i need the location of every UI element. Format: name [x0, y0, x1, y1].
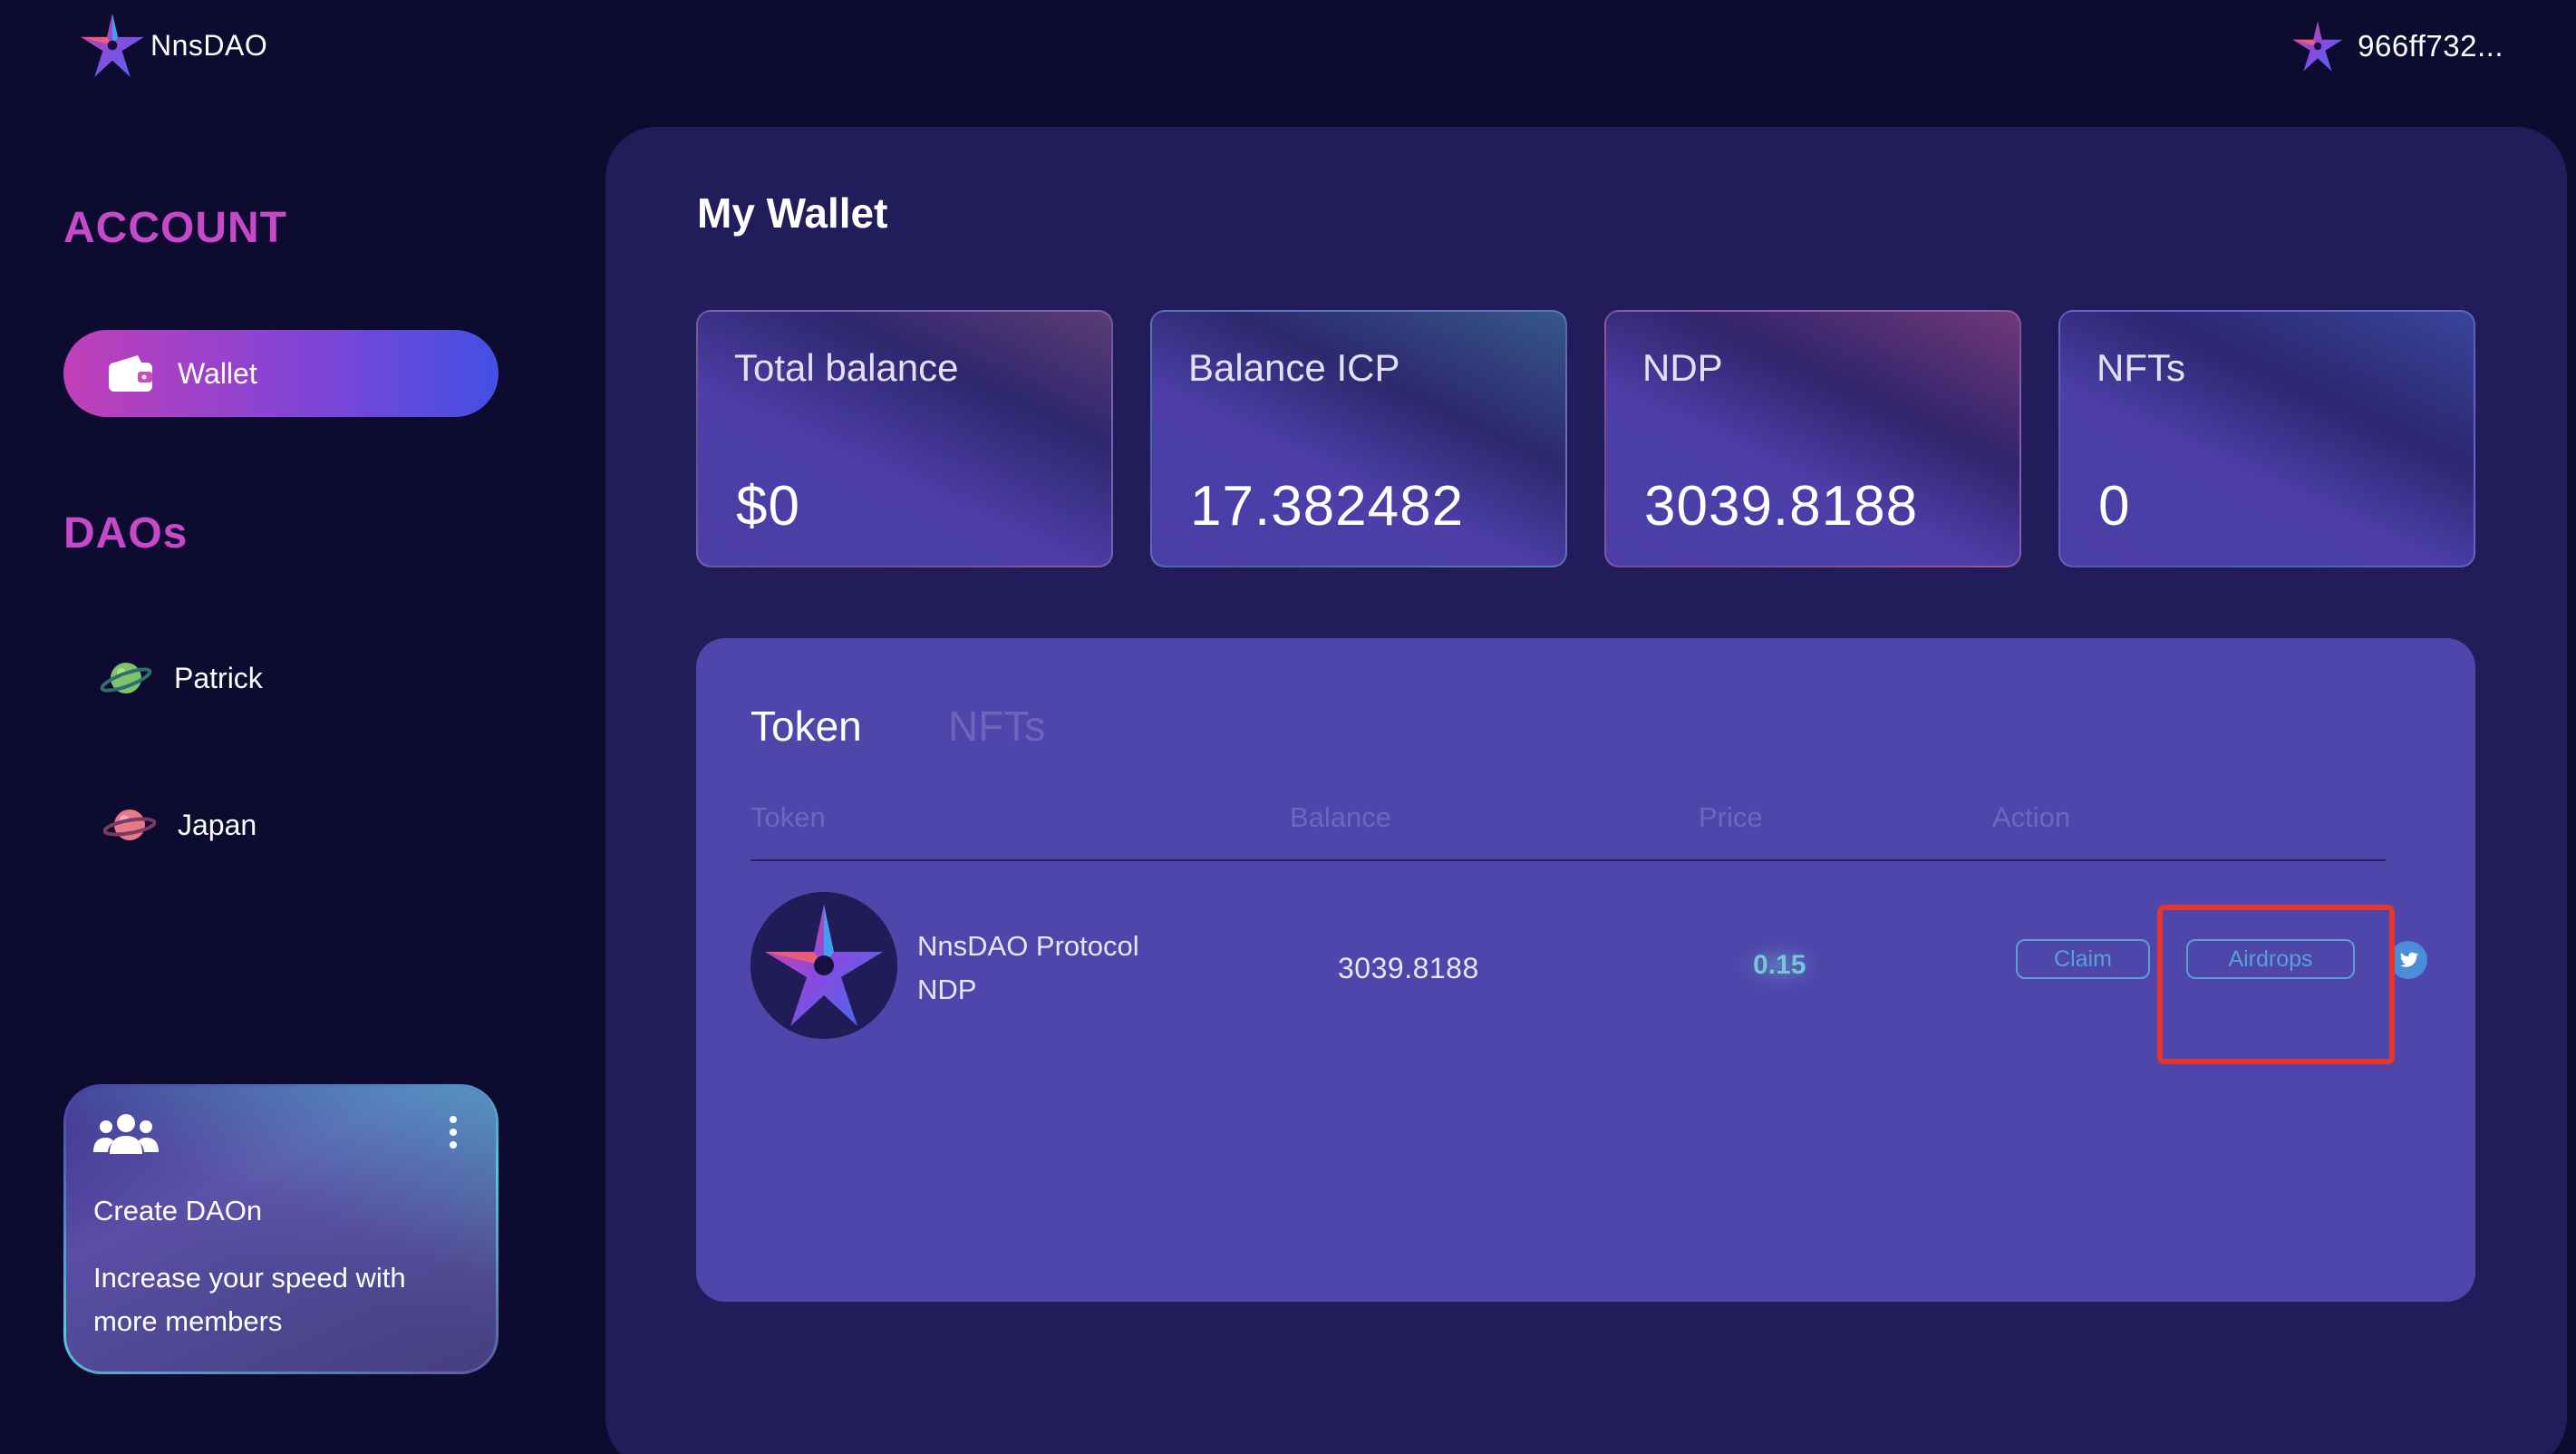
- planet-green-icon: [100, 663, 152, 693]
- stat-value: 17.382482: [1190, 475, 1465, 538]
- table-row: NnsDAO Protocol NDP 3039.8188 0.15 Claim…: [751, 888, 2427, 1064]
- token-logo: [751, 892, 897, 1039]
- create-dao-card[interactable]: Create DAOn Increase your speed with mor…: [63, 1084, 499, 1374]
- create-dao-description: Increase your speed with more members: [93, 1262, 406, 1337]
- dao-item-japan[interactable]: Japan: [103, 801, 257, 848]
- account-id: 966ff732...: [2358, 29, 2503, 63]
- logo-text: NnsDAO: [150, 28, 268, 62]
- stat-card-ndp: NDP 3039.8188: [1604, 310, 2021, 567]
- column-header-action: Action: [1992, 801, 2071, 833]
- ndp-token-icon: [751, 892, 897, 1039]
- main-panel: My Wallet Total balance $0 Balance ICP 1…: [605, 127, 2567, 1454]
- column-header-token: Token: [751, 801, 826, 833]
- stat-value: 0: [2098, 475, 2131, 538]
- dao-label: Japan: [178, 808, 257, 841]
- stat-label: Total balance: [734, 346, 959, 389]
- airdrops-button[interactable]: Airdrops: [2186, 939, 2355, 979]
- stat-card-nfts: NFTs 0: [2058, 310, 2475, 567]
- stat-label: Balance ICP: [1188, 346, 1400, 389]
- more-options-icon[interactable]: [447, 1114, 460, 1150]
- stat-label: NDP: [1642, 346, 1723, 389]
- account-chip[interactable]: 966ff732...: [2290, 18, 2503, 74]
- page-title: My Wallet: [697, 189, 888, 237]
- claim-button[interactable]: Claim: [2016, 939, 2150, 979]
- stat-label: NFTs: [2097, 346, 2185, 389]
- create-dao-title: Create DAOn: [93, 1195, 263, 1226]
- planet-pink-icon: [103, 809, 156, 840]
- dao-label: Patrick: [174, 661, 263, 694]
- star-logo-icon: [81, 14, 144, 77]
- team-icon: [93, 1114, 159, 1154]
- token-panel: Token NFTs Token Balance Price Action Nn…: [696, 638, 2475, 1302]
- token-symbol: NDP: [917, 974, 977, 1005]
- token-balance: 3039.8188: [1338, 952, 1479, 984]
- account-heading: ACCOUNT: [63, 204, 287, 252]
- column-header-price: Price: [1699, 801, 1763, 833]
- dao-item-patrick[interactable]: Patrick: [100, 654, 263, 702]
- airdrops-highlight-box: [2157, 905, 2395, 1064]
- nnsdao-logo[interactable]: NnsDAO: [78, 9, 267, 82]
- daos-heading: DAOs: [63, 509, 189, 557]
- twitter-share-button[interactable]: [2389, 941, 2427, 979]
- wallet-icon: [109, 355, 152, 392]
- token-price: 0.15: [1738, 941, 1821, 990]
- twitter-icon: [2400, 952, 2419, 967]
- stat-card-balance-icp: Balance ICP 17.382482: [1150, 310, 1567, 567]
- token-name: NnsDAO Protocol: [917, 930, 1139, 962]
- stat-card-total-balance: Total balance $0: [696, 310, 1113, 567]
- stat-value: $0: [736, 475, 800, 538]
- tab-token[interactable]: Token: [751, 702, 862, 751]
- table-divider: [751, 859, 2386, 861]
- account-star-icon: [2292, 21, 2343, 72]
- wallet-nav-button[interactable]: Wallet: [63, 330, 499, 417]
- column-header-balance: Balance: [1290, 801, 1392, 833]
- tab-nfts[interactable]: NFTs: [948, 702, 1045, 751]
- stat-value: 3039.8188: [1644, 475, 1919, 538]
- wallet-label: Wallet: [178, 356, 257, 390]
